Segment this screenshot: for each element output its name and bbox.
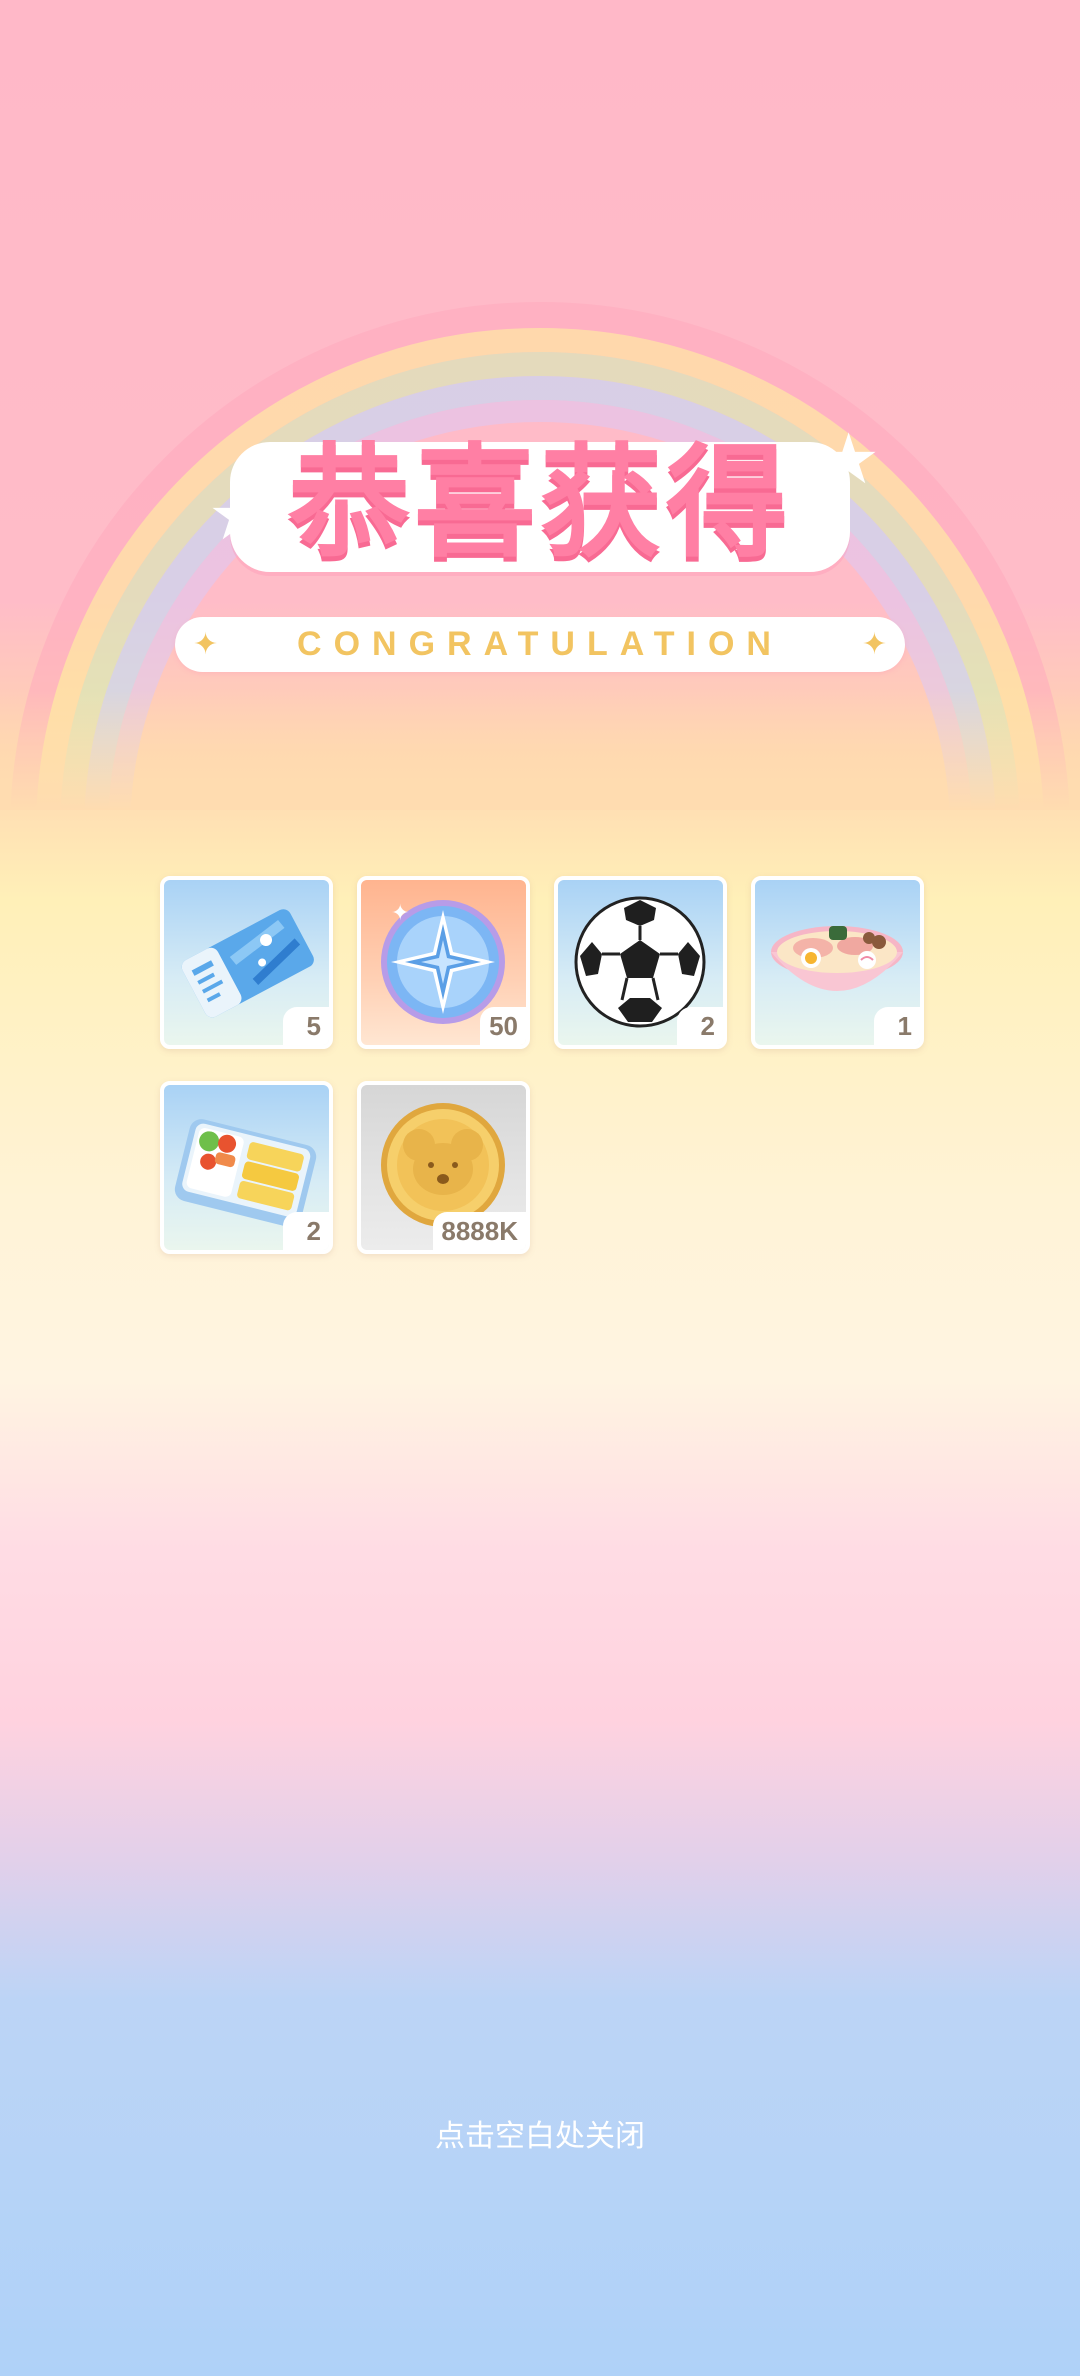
reward-item-ticket[interactable]: 5 xyxy=(160,876,333,1049)
reward-count: 2 xyxy=(677,1007,723,1045)
reward-count: 8888K xyxy=(433,1212,526,1250)
sparkle-icon: ✦ xyxy=(861,627,887,662)
reward-count: 2 xyxy=(283,1212,329,1250)
subtitle-banner: ✦ CONGRATULATION ✦ xyxy=(175,617,905,672)
reward-count: 5 xyxy=(283,1007,329,1045)
reward-count: 1 xyxy=(874,1007,920,1045)
page-title: 恭喜获得 xyxy=(288,432,792,574)
subtitle: CONGRATULATION xyxy=(297,625,783,663)
title-header: ★ ★ 恭喜获得 xyxy=(200,420,880,600)
reward-count: 50 xyxy=(480,1007,526,1045)
close-hint[interactable]: 点击空白处关闭 xyxy=(0,2112,1080,2162)
reward-item-gold-coin[interactable]: 8888K xyxy=(357,1081,530,1254)
reward-item-bento[interactable]: 2 xyxy=(160,1081,333,1254)
reward-item-soccer-ball[interactable]: 2 xyxy=(554,876,727,1049)
reward-item-star-coin[interactable]: ✦ 50 xyxy=(357,876,530,1049)
reward-item-ramen[interactable]: 1 xyxy=(751,876,924,1049)
svg-text:✦: ✦ xyxy=(391,901,409,926)
